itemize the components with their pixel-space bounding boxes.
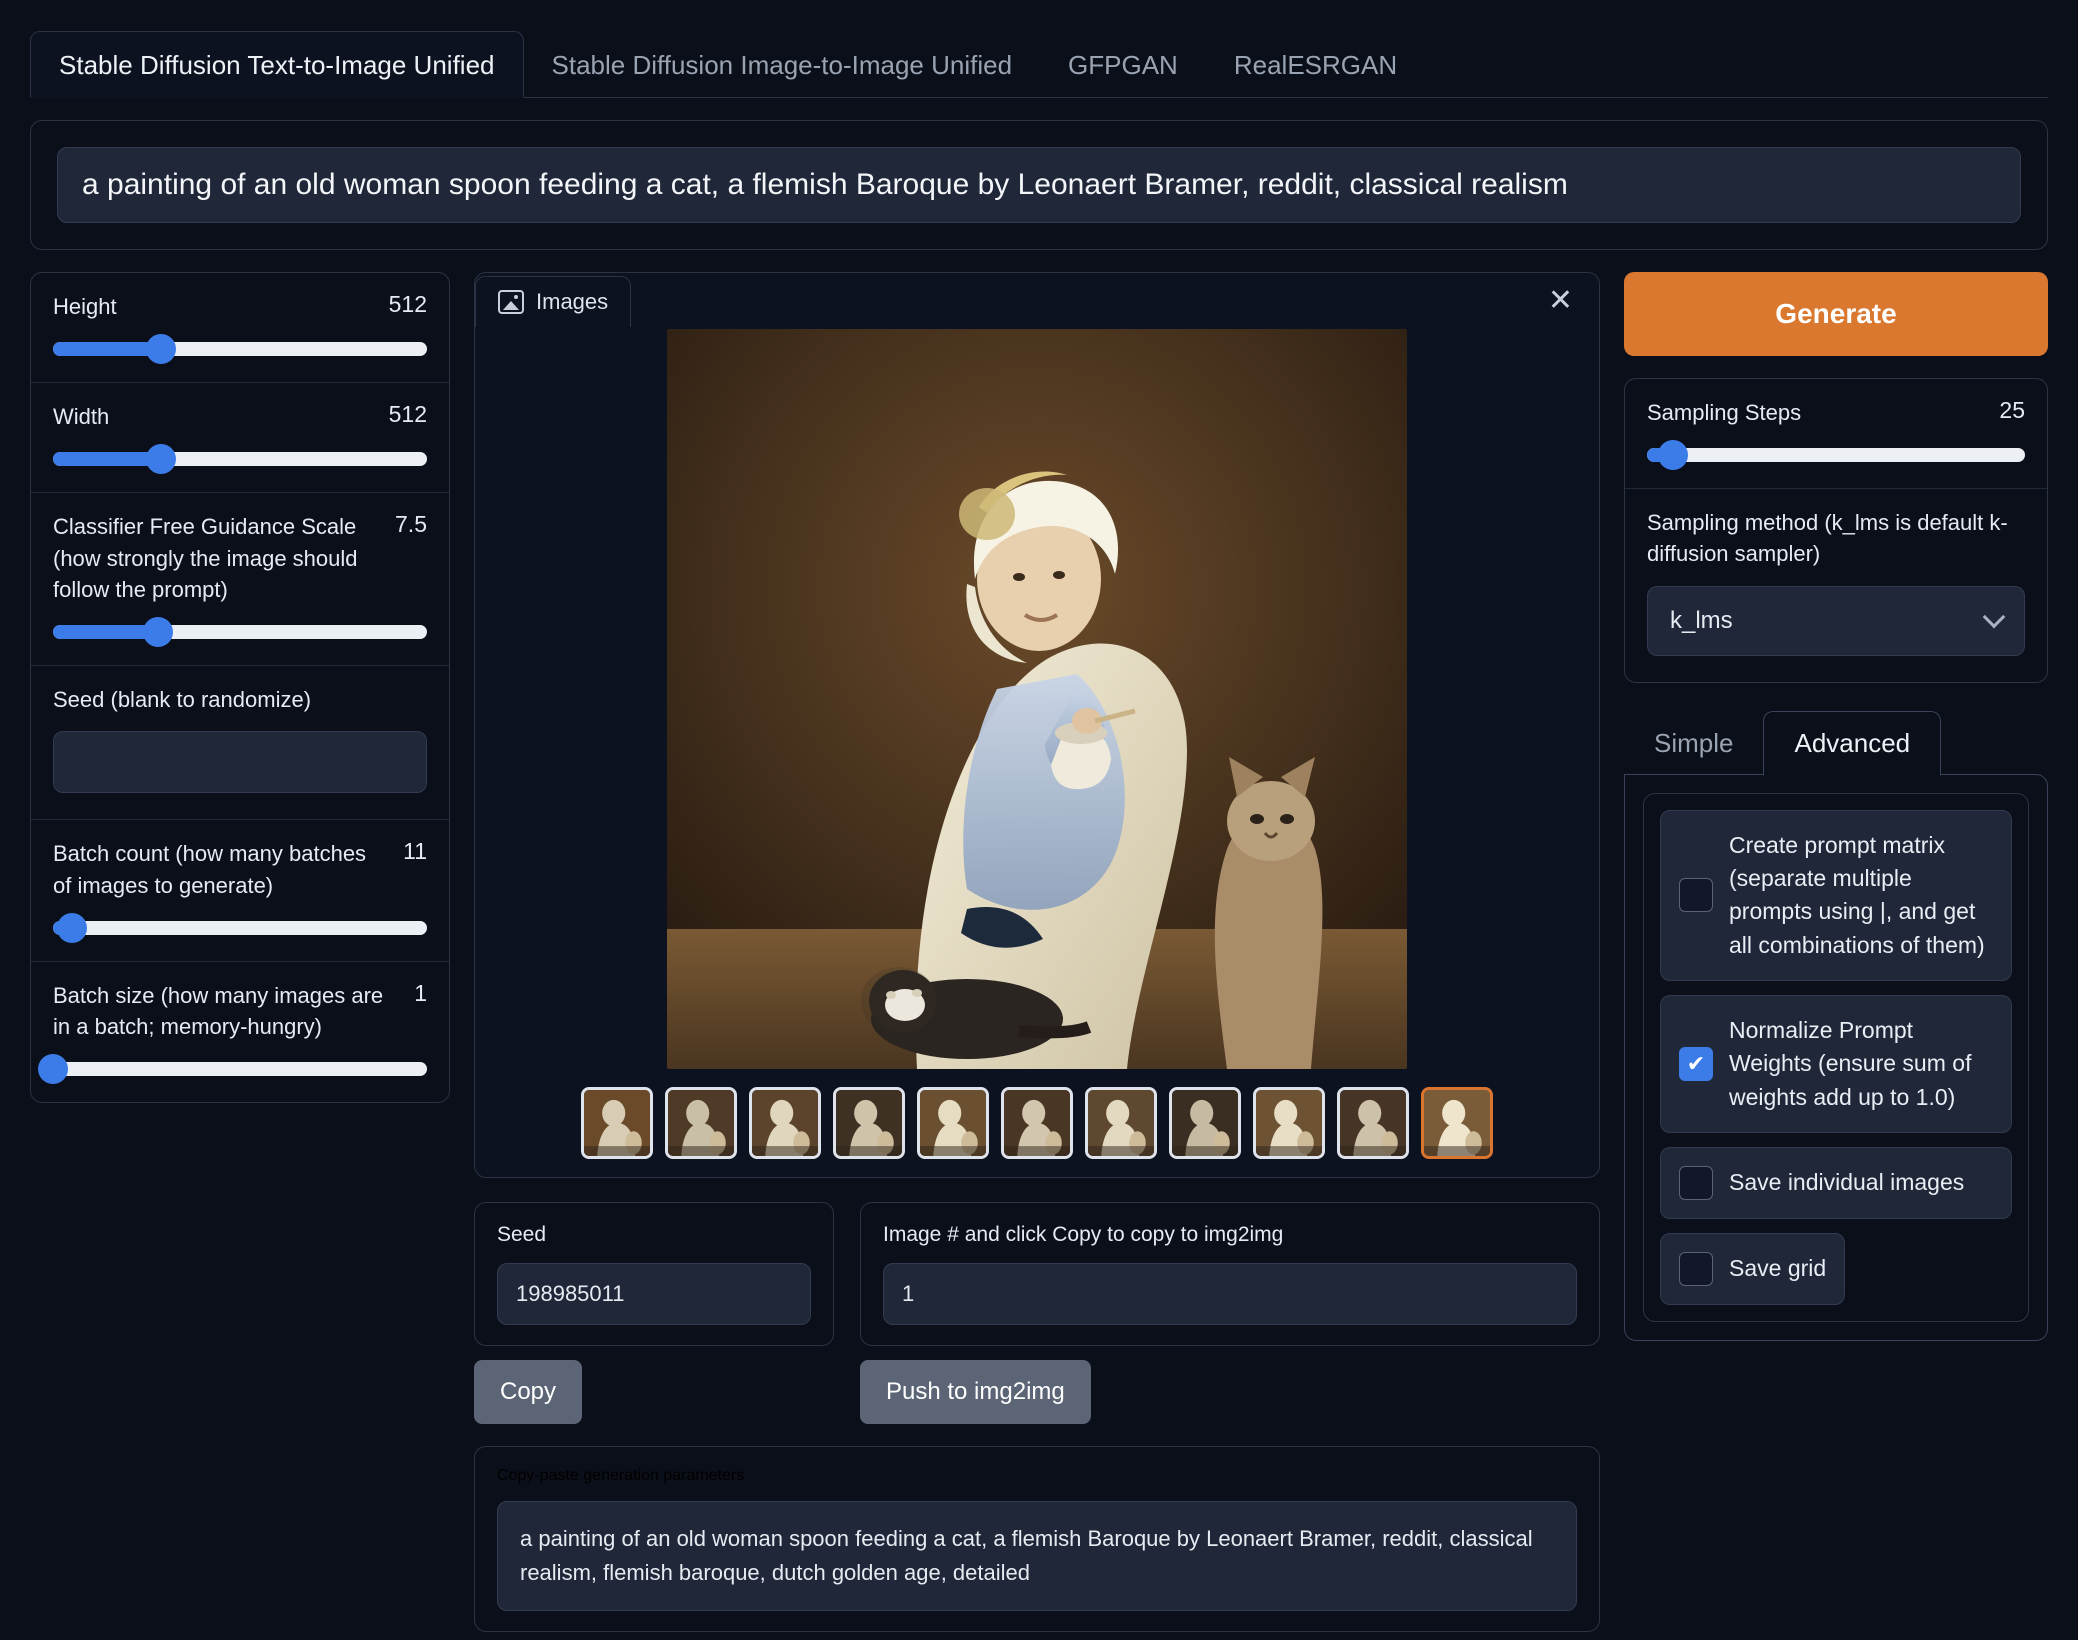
control-label-4: Batch count (how many batches of images … (53, 838, 389, 900)
sampling-steps-label: Sampling Steps (1647, 397, 1801, 428)
gallery-tab-label: Images (536, 289, 608, 315)
sampling-method-value: k_lms (1670, 607, 1733, 635)
control-label-2: Classifier Free Guidance Scale (how stro… (53, 511, 381, 605)
thumbnail-6[interactable] (1085, 1087, 1157, 1159)
checkbox-label-2: Save individual images (1729, 1166, 1964, 1199)
sampling-steps-slider[interactable] (1647, 448, 2025, 462)
control-label-1: Width (53, 401, 109, 432)
control-row-4: Batch count (how many batches of images … (31, 820, 449, 961)
push-to-img2img-button[interactable]: Push to img2img (860, 1360, 1091, 1424)
control-label-5: Batch size (how many images are in a bat… (53, 980, 400, 1042)
sampling-method-label: Sampling method (k_lms is default k-diff… (1647, 507, 2025, 569)
generated-image[interactable] (667, 329, 1407, 1069)
prompt-section: a painting of an old woman spoon feeding… (30, 120, 2048, 250)
thumbnail-strip (475, 1087, 1599, 1159)
image-gallery: Images ✕ (474, 272, 1600, 1178)
tab-0[interactable]: Stable Diffusion Text-to-Image Unified (30, 31, 524, 98)
seed-value[interactable]: 198985011 (497, 1263, 811, 1325)
image-number-label: Image # and click Copy to copy to img2im… (883, 1223, 1577, 1247)
slider-4[interactable] (53, 921, 427, 935)
close-icon[interactable]: ✕ (1522, 286, 1599, 316)
thumbnail-5[interactable] (1001, 1087, 1073, 1159)
prompt-input[interactable]: a painting of an old woman spoon feeding… (57, 147, 2021, 223)
control-value-4: 11 (403, 838, 427, 865)
image-number-field: Image # and click Copy to copy to img2im… (860, 1202, 1600, 1346)
advanced-settings-body: Create prompt matrix (separate multiple … (1624, 774, 2048, 1341)
checkbox-label-1: Normalize Prompt Weights (ensure sum of … (1729, 1014, 1993, 1114)
gallery-header: Images ✕ (475, 273, 1599, 329)
slider-5[interactable] (53, 1062, 427, 1076)
control-label-3: Seed (blank to randomize) (53, 684, 311, 715)
copy-button[interactable]: Copy (474, 1360, 582, 1424)
thumbnail-10[interactable] (1421, 1087, 1493, 1159)
sampling-panel: Sampling Steps 25 Sampling method (k_lms… (1624, 378, 2048, 683)
control-row-5: Batch size (how many images are in a bat… (31, 962, 449, 1102)
prompt-text: a painting of an old woman spoon feeding… (82, 168, 1996, 202)
checkbox-2[interactable] (1679, 1166, 1713, 1200)
control-label-0: Height (53, 291, 117, 322)
params-label: Copy-paste generation parameters (497, 1467, 1577, 1485)
thumbnail-4[interactable] (917, 1087, 989, 1159)
control-row-0: Height 512 (31, 273, 449, 383)
params-textarea[interactable]: a painting of an old woman spoon feeding… (497, 1501, 1577, 1611)
checkbox-row-3[interactable]: Save grid (1660, 1233, 1845, 1305)
control-row-3: Seed (blank to randomize) (31, 666, 449, 820)
thumbnail-2[interactable] (749, 1087, 821, 1159)
thumbnail-9[interactable] (1337, 1087, 1409, 1159)
left-settings-panel: Height 512 Width 512 Classifier Free Guidanc… (30, 272, 450, 1103)
tab-3[interactable]: RealESRGAN (1206, 32, 1425, 97)
seed-label: Seed (497, 1223, 811, 1247)
seed-input[interactable] (53, 731, 427, 793)
control-value-0: 512 (389, 291, 427, 318)
chevron-down-icon (1983, 605, 2006, 628)
slider-2[interactable] (53, 625, 427, 639)
thumbnail-3[interactable] (833, 1087, 905, 1159)
checkbox-row-1[interactable]: ✔ Normalize Prompt Weights (ensure sum of… (1660, 995, 2012, 1133)
thumbnail-1[interactable] (665, 1087, 737, 1159)
main-tab-bar: Stable Diffusion Text-to-Image UnifiedSt… (30, 26, 2048, 98)
checkbox-row-2[interactable]: Save individual images (1660, 1147, 2012, 1219)
image-icon (498, 290, 524, 314)
image-number-value[interactable]: 1 (883, 1263, 1577, 1325)
generate-button[interactable]: Generate (1624, 272, 2048, 356)
control-value-2: 7.5 (395, 511, 427, 538)
main-image-container (475, 329, 1599, 1069)
tab-2[interactable]: GFPGAN (1040, 32, 1206, 97)
checkbox-label-0: Create prompt matrix (separate multiple … (1729, 829, 1993, 962)
seed-output-field: Seed 198985011 (474, 1202, 834, 1346)
slider-0[interactable] (53, 342, 427, 356)
control-row-1: Width 512 (31, 383, 449, 493)
thumbnail-8[interactable] (1253, 1087, 1325, 1159)
checkbox-list: Create prompt matrix (separate multiple … (1643, 793, 2029, 1322)
checkbox-0[interactable] (1679, 878, 1713, 912)
settings-tab-1[interactable]: Advanced (1763, 711, 1941, 776)
checkbox-1[interactable]: ✔ (1679, 1047, 1713, 1081)
slider-1[interactable] (53, 452, 427, 466)
tab-1[interactable]: Stable Diffusion Image-to-Image Unified (524, 32, 1041, 97)
checkbox-label-3: Save grid (1729, 1252, 1826, 1285)
sampling-steps-value: 25 (1999, 397, 2025, 424)
sampling-steps-row: Sampling Steps 25 (1625, 379, 2047, 489)
control-row-2: Classifier Free Guidance Scale (how stro… (31, 493, 449, 666)
gallery-tab-images[interactable]: Images (475, 276, 631, 327)
sampling-method-row: Sampling method (k_lms is default k-diff… (1625, 489, 2047, 681)
settings-tab-bar: SimpleAdvanced (1624, 711, 2048, 775)
sampling-method-select[interactable]: k_lms (1647, 586, 2025, 656)
control-value-1: 512 (389, 401, 427, 428)
checkbox-row-0[interactable]: Create prompt matrix (separate multiple … (1660, 810, 2012, 981)
control-value-5: 1 (414, 980, 427, 1007)
generation-parameters-section: Copy-paste generation parameters a paint… (474, 1446, 1600, 1632)
thumbnail-0[interactable] (581, 1087, 653, 1159)
checkbox-3[interactable] (1679, 1252, 1713, 1286)
seed-and-image-row: Seed 198985011 Copy Image # and click Co… (474, 1202, 1600, 1424)
settings-tab-0[interactable]: Simple (1624, 712, 1763, 775)
thumbnail-7[interactable] (1169, 1087, 1241, 1159)
